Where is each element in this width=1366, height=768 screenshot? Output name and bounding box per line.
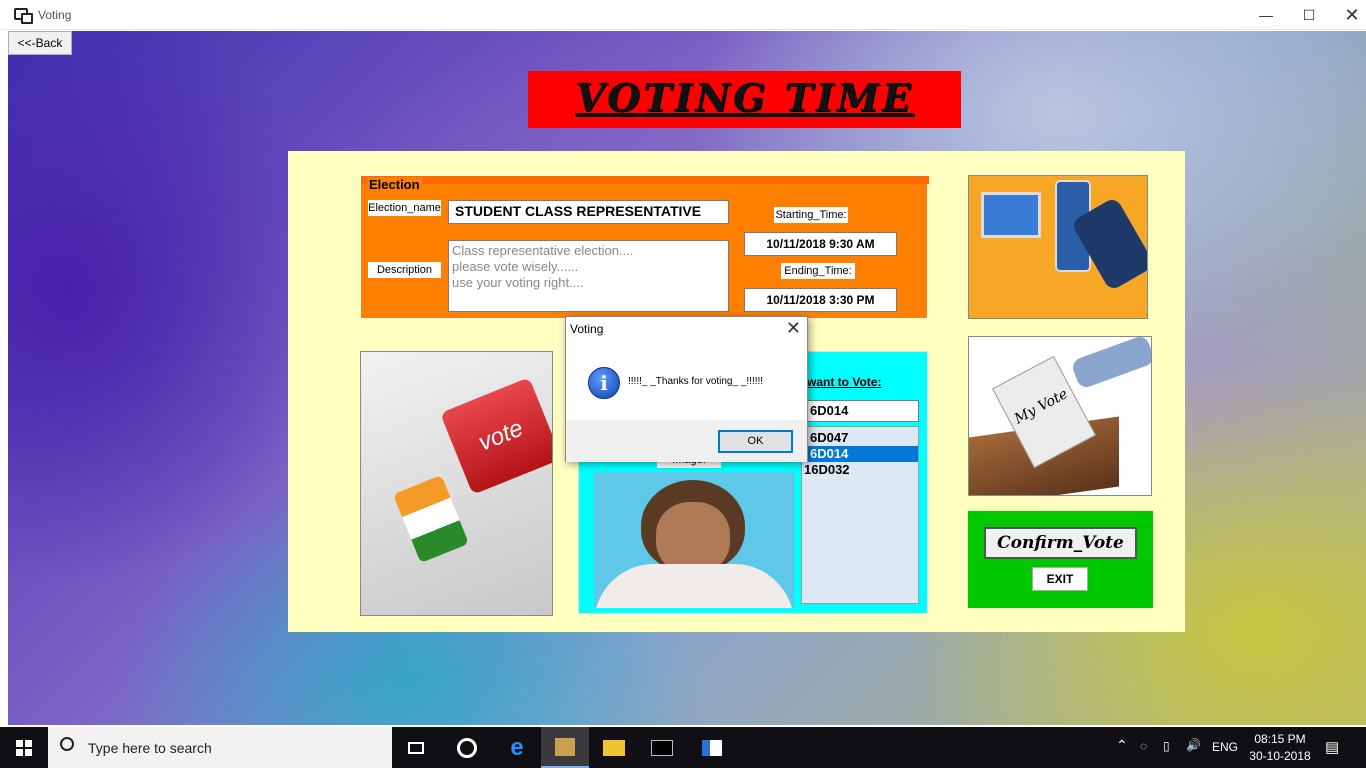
task-view-icon[interactable] bbox=[392, 727, 440, 768]
list-item[interactable]: 6D047 bbox=[802, 430, 918, 446]
description-field[interactable]: Class representative election.... please… bbox=[448, 240, 729, 312]
voting-time-banner: VOTING TIME bbox=[528, 71, 961, 128]
maximize-button[interactable]: ☐ bbox=[1286, 0, 1332, 30]
clock-date[interactable]: 30-10-2018 bbox=[1246, 749, 1314, 763]
language-indicator[interactable]: ENG bbox=[1212, 740, 1238, 754]
photo-shirt bbox=[594, 564, 794, 608]
vote-key-icon: vote bbox=[440, 377, 552, 495]
window-app-icon[interactable] bbox=[688, 727, 736, 768]
starting-time-field[interactable]: 10/11/2018 9:30 AM bbox=[744, 232, 897, 256]
info-icon: i bbox=[588, 367, 620, 399]
close-button[interactable]: ✕ bbox=[1329, 0, 1366, 30]
show-hidden-icons-chevron-icon[interactable]: ⌃ bbox=[1116, 737, 1128, 754]
dialog-footer: OK bbox=[566, 420, 807, 462]
search-placeholder: Type here to search bbox=[88, 740, 212, 756]
confirm-panel: Confirm_Vote EXIT bbox=[968, 511, 1153, 608]
dialog-title: Voting bbox=[570, 322, 604, 336]
groupbox-border bbox=[361, 176, 929, 184]
cortana-icon[interactable] bbox=[443, 727, 491, 768]
window-title: Voting bbox=[38, 8, 72, 22]
description-line: use your voting right.... bbox=[452, 275, 584, 290]
ok-button[interactable]: OK bbox=[718, 430, 793, 453]
election-name-field[interactable]: STUDENT CLASS REPRESENTATIVE bbox=[448, 200, 729, 224]
ballot-box-image: My Vote bbox=[968, 336, 1152, 496]
candidate-combobox[interactable]: 6D014 bbox=[801, 400, 919, 422]
banner-title: VOTING TIME bbox=[575, 75, 914, 120]
want-to-vote-label: want to Vote: bbox=[807, 375, 882, 389]
monitor-icon bbox=[981, 192, 1041, 238]
back-button[interactable]: <<-Back bbox=[8, 31, 72, 55]
list-item-selected[interactable]: 6D014 bbox=[802, 446, 918, 462]
battery-icon[interactable]: ▯ bbox=[1163, 739, 1170, 753]
candidate-photo bbox=[594, 472, 794, 608]
hand-arm-icon bbox=[1070, 337, 1151, 390]
keyboard-vote-image: vote bbox=[360, 351, 553, 616]
exit-button[interactable]: EXIT bbox=[1032, 567, 1088, 591]
election-groupbox: Election Election_name STUDENT CLASS REP… bbox=[360, 175, 929, 319]
taskbar: Type here to search e ⌃ ◌ ▯ 🔊 ENG 08:15 … bbox=[0, 727, 1366, 768]
taskbar-search-box[interactable]: Type here to search bbox=[48, 727, 392, 768]
minimize-button[interactable]: — bbox=[1243, 0, 1289, 30]
thanks-message-dialog: Voting ✕ i !!!!!_ _Thanks for voting_ _!… bbox=[565, 316, 808, 462]
starting-time-label: Starting_Time: bbox=[774, 207, 848, 223]
confirm-vote-button[interactable]: Confirm_Vote bbox=[984, 527, 1137, 559]
description-line: please vote wisely...... bbox=[452, 259, 579, 274]
volume-icon[interactable]: 🔊 bbox=[1186, 738, 1201, 752]
ending-time-label: Ending_Time: bbox=[781, 263, 855, 279]
search-icon bbox=[60, 737, 74, 751]
network-icon[interactable]: ◌ bbox=[1140, 739, 1147, 753]
description-label: Description bbox=[368, 262, 441, 278]
clock-time[interactable]: 08:15 PM bbox=[1250, 732, 1310, 746]
list-item[interactable]: 16D032 bbox=[802, 462, 918, 478]
dialog-message: !!!!!_ _Thanks for voting_ _!!!!!! bbox=[628, 376, 764, 387]
notifications-icon[interactable]: ▤ bbox=[1325, 738, 1339, 756]
candidate-listbox[interactable]: 6D047 6D014 16D032 bbox=[801, 426, 919, 604]
window-titlebar: Voting — ☐ ✕ bbox=[0, 0, 1366, 30]
app-window-icon bbox=[14, 8, 33, 24]
file-explorer-icon[interactable] bbox=[590, 727, 638, 768]
election-legend: Election bbox=[367, 177, 422, 192]
description-line: Class representative election.... bbox=[452, 243, 634, 258]
india-flag-key-icon bbox=[393, 474, 469, 564]
election-name-label: Election_name bbox=[368, 200, 441, 216]
online-voting-image bbox=[968, 175, 1148, 319]
dialog-close-icon[interactable]: ✕ bbox=[786, 318, 801, 339]
ending-time-field[interactable]: 10/11/2018 3:30 PM bbox=[744, 288, 897, 312]
voting-app-taskbar-icon[interactable] bbox=[541, 727, 589, 768]
command-prompt-icon[interactable] bbox=[638, 727, 686, 768]
windows-start-icon[interactable] bbox=[16, 740, 32, 756]
edge-browser-icon[interactable]: e bbox=[493, 727, 541, 768]
